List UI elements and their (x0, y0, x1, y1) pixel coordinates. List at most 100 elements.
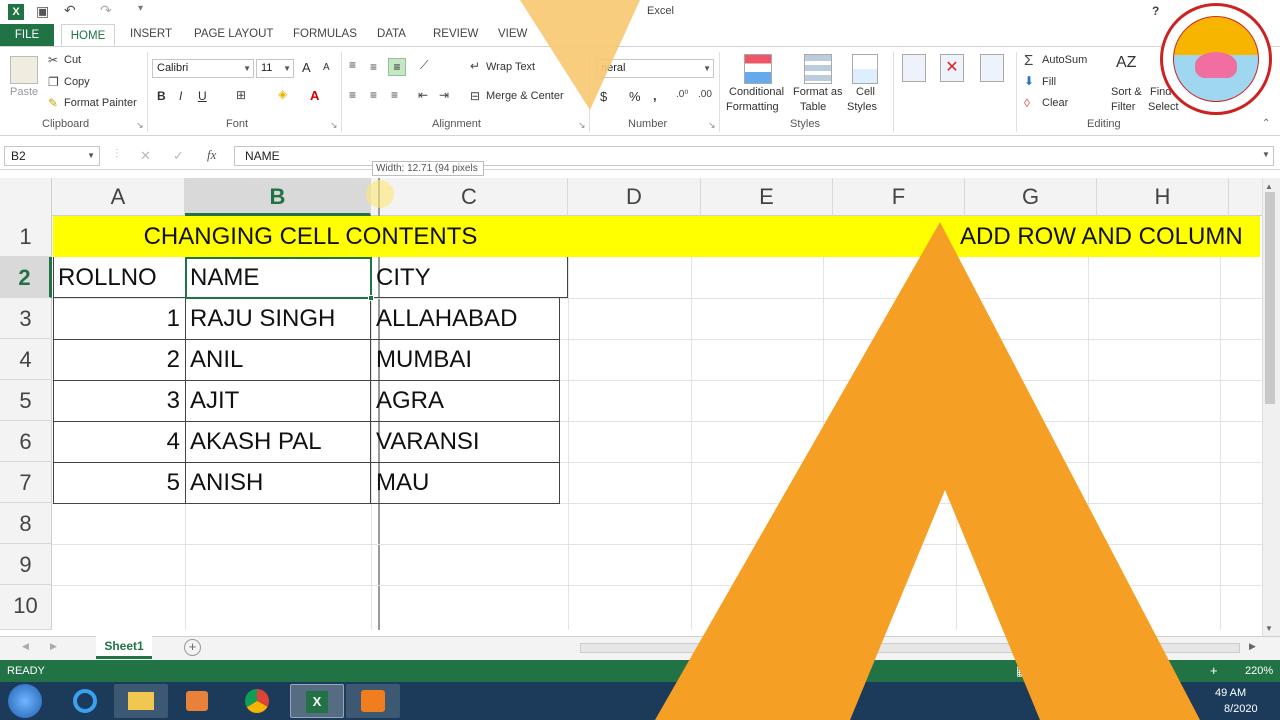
name-box[interactable]: B2 ▼ (4, 146, 100, 166)
borders-icon[interactable]: ⊞ (236, 88, 246, 102)
cancel-icon[interactable]: ✕ (140, 148, 151, 164)
column-header-e[interactable]: E (701, 178, 833, 216)
currency-button[interactable]: $ (600, 89, 607, 104)
number-format-combo[interactable]: neral ▼ (596, 59, 714, 78)
conditional-formatting-button[interactable]: Conditional (729, 86, 784, 98)
redo-icon[interactable]: ↷ (100, 2, 112, 19)
paste-icon[interactable] (10, 56, 38, 84)
customize-toolbar-icon[interactable]: ▾ (138, 3, 143, 14)
tab-file[interactable]: FILE (0, 24, 54, 46)
tab-review[interactable]: REVIEW (433, 28, 478, 40)
zoom-level[interactable]: 220% (1245, 665, 1273, 677)
row-header-5[interactable]: 5 (0, 380, 52, 421)
select-all-corner[interactable] (0, 178, 52, 216)
clipboard-launcher-icon[interactable]: ↘ (136, 120, 144, 131)
column-header-d[interactable]: D (568, 178, 701, 216)
comma-button[interactable]: , (653, 88, 657, 103)
vertical-scroll-thumb[interactable] (1265, 192, 1275, 404)
cell-c5[interactable]: AGRA (371, 380, 559, 421)
sort-filter-button[interactable]: Sort & (1111, 86, 1142, 98)
grow-font-button[interactable]: A (302, 60, 311, 75)
cell-b7[interactable]: ANISH (185, 462, 371, 503)
align-left-icon[interactable]: ≡ (349, 88, 356, 102)
excel-taskbar-icon[interactable]: X (290, 684, 344, 718)
column-header-h[interactable]: H (1097, 178, 1229, 216)
format-painter-button[interactable]: Format Painter (64, 97, 137, 109)
row-header-2[interactable]: 2 (0, 257, 52, 298)
merge-center-button[interactable]: Merge & Center (486, 90, 564, 102)
cell-b5[interactable]: AJIT (185, 380, 371, 421)
help-icon[interactable]: ? (1152, 4, 1159, 18)
paste-button[interactable]: Paste (10, 86, 38, 98)
cell-a7[interactable]: 5 (53, 462, 185, 503)
shrink-font-button[interactable]: A (323, 62, 330, 73)
decrease-decimal-icon[interactable]: .00 (698, 89, 712, 100)
font-size-combo[interactable]: 11 ▼ (256, 59, 294, 78)
column-header-b[interactable]: B (185, 178, 371, 216)
font-color-button[interactable]: A (310, 88, 319, 103)
row-header-4[interactable]: 4 (0, 339, 52, 380)
bold-button[interactable]: B (157, 89, 166, 103)
tab-insert[interactable]: INSERT (130, 28, 172, 40)
add-sheet-button[interactable]: + (184, 639, 201, 656)
number-launcher-icon[interactable]: ↘ (708, 120, 716, 131)
scroll-up-icon[interactable]: ▲ (1265, 182, 1273, 191)
cell-styles-button[interactable]: Cell (856, 86, 875, 98)
increase-indent-icon[interactable]: ⇥ (439, 88, 449, 102)
tab-home[interactable]: HOME (61, 24, 115, 47)
fill-button[interactable]: Fill (1042, 76, 1056, 88)
font-launcher-icon[interactable]: ↘ (330, 120, 338, 131)
align-middle-icon[interactable]: ≡ (370, 60, 377, 74)
cell-c4[interactable]: MUMBAI (371, 339, 559, 380)
save-icon[interactable]: ▣ (36, 3, 49, 20)
sheet-next-icon[interactable]: ▶ (50, 641, 57, 652)
normal-view-icon[interactable]: ▦ (1016, 663, 1028, 679)
percent-button[interactable]: % (629, 89, 641, 104)
horizontal-scrollbar[interactable] (580, 643, 1240, 653)
cell-a4[interactable]: 2 (53, 339, 185, 380)
scroll-right-icon[interactable]: ▶ (1249, 641, 1256, 652)
align-right-icon[interactable]: ≡ (391, 88, 398, 102)
internet-explorer-icon[interactable] (58, 684, 112, 718)
autosum-button[interactable]: AutoSum (1042, 54, 1087, 66)
tab-page-layout[interactable]: PAGE LAYOUT (194, 28, 273, 40)
cell-c2[interactable]: CITY (371, 257, 568, 298)
undo-icon[interactable]: ↶ (64, 2, 76, 19)
chrome-icon[interactable] (230, 684, 284, 718)
cell-b4[interactable]: ANIL (185, 339, 371, 380)
insert-function-button[interactable]: fx (207, 147, 216, 163)
sheet-prev-icon[interactable]: ◀ (22, 641, 29, 652)
align-top-icon[interactable]: ≡ (349, 58, 356, 72)
wrap-text-button[interactable]: Wrap Text (486, 61, 535, 73)
cell-b3[interactable]: RAJU SINGH (185, 298, 371, 339)
copy-button[interactable]: Copy (64, 76, 90, 88)
column-header-g[interactable]: G (965, 178, 1097, 216)
cell-c7[interactable]: MAU (371, 462, 559, 503)
align-bottom-icon[interactable]: ≡ (388, 58, 406, 76)
row-header-8[interactable]: 8 (0, 503, 52, 544)
alignment-launcher-icon[interactable]: ↘ (578, 120, 586, 131)
row-header-1[interactable]: 1 (0, 216, 52, 257)
sheet-tab-sheet1[interactable]: Sheet1 (96, 636, 152, 659)
recorder-icon[interactable] (346, 684, 400, 718)
cell-a5[interactable]: 3 (53, 380, 185, 421)
font-name-combo[interactable]: Calibri ▼ (152, 59, 254, 78)
tab-view[interactable]: VIEW (498, 28, 527, 40)
expand-formula-icon[interactable]: ▼ (1262, 150, 1270, 159)
underline-button[interactable]: U (198, 89, 207, 103)
italic-button[interactable]: I (179, 89, 182, 103)
clear-button[interactable]: Clear (1042, 97, 1068, 109)
tab-formulas[interactable]: FORMULAS (293, 28, 357, 40)
orientation-icon[interactable]: ⟋ (420, 58, 428, 73)
row-header-6[interactable]: 6 (0, 421, 52, 462)
format-as-table-button[interactable]: Format as (793, 86, 843, 98)
enter-icon[interactable]: ✓ (173, 148, 184, 164)
collapse-ribbon-icon[interactable]: ⌃ (1262, 118, 1270, 129)
column-header-f[interactable]: F (833, 178, 965, 216)
cell-a2[interactable]: ROLLNO (53, 257, 185, 298)
file-explorer-icon[interactable] (114, 684, 168, 718)
cell-c3[interactable]: ALLAHABAD (371, 298, 559, 339)
windows-start-icon[interactable] (8, 684, 42, 718)
media-player-icon[interactable] (170, 684, 224, 718)
cell-b6[interactable]: AKASH PAL (185, 421, 371, 462)
